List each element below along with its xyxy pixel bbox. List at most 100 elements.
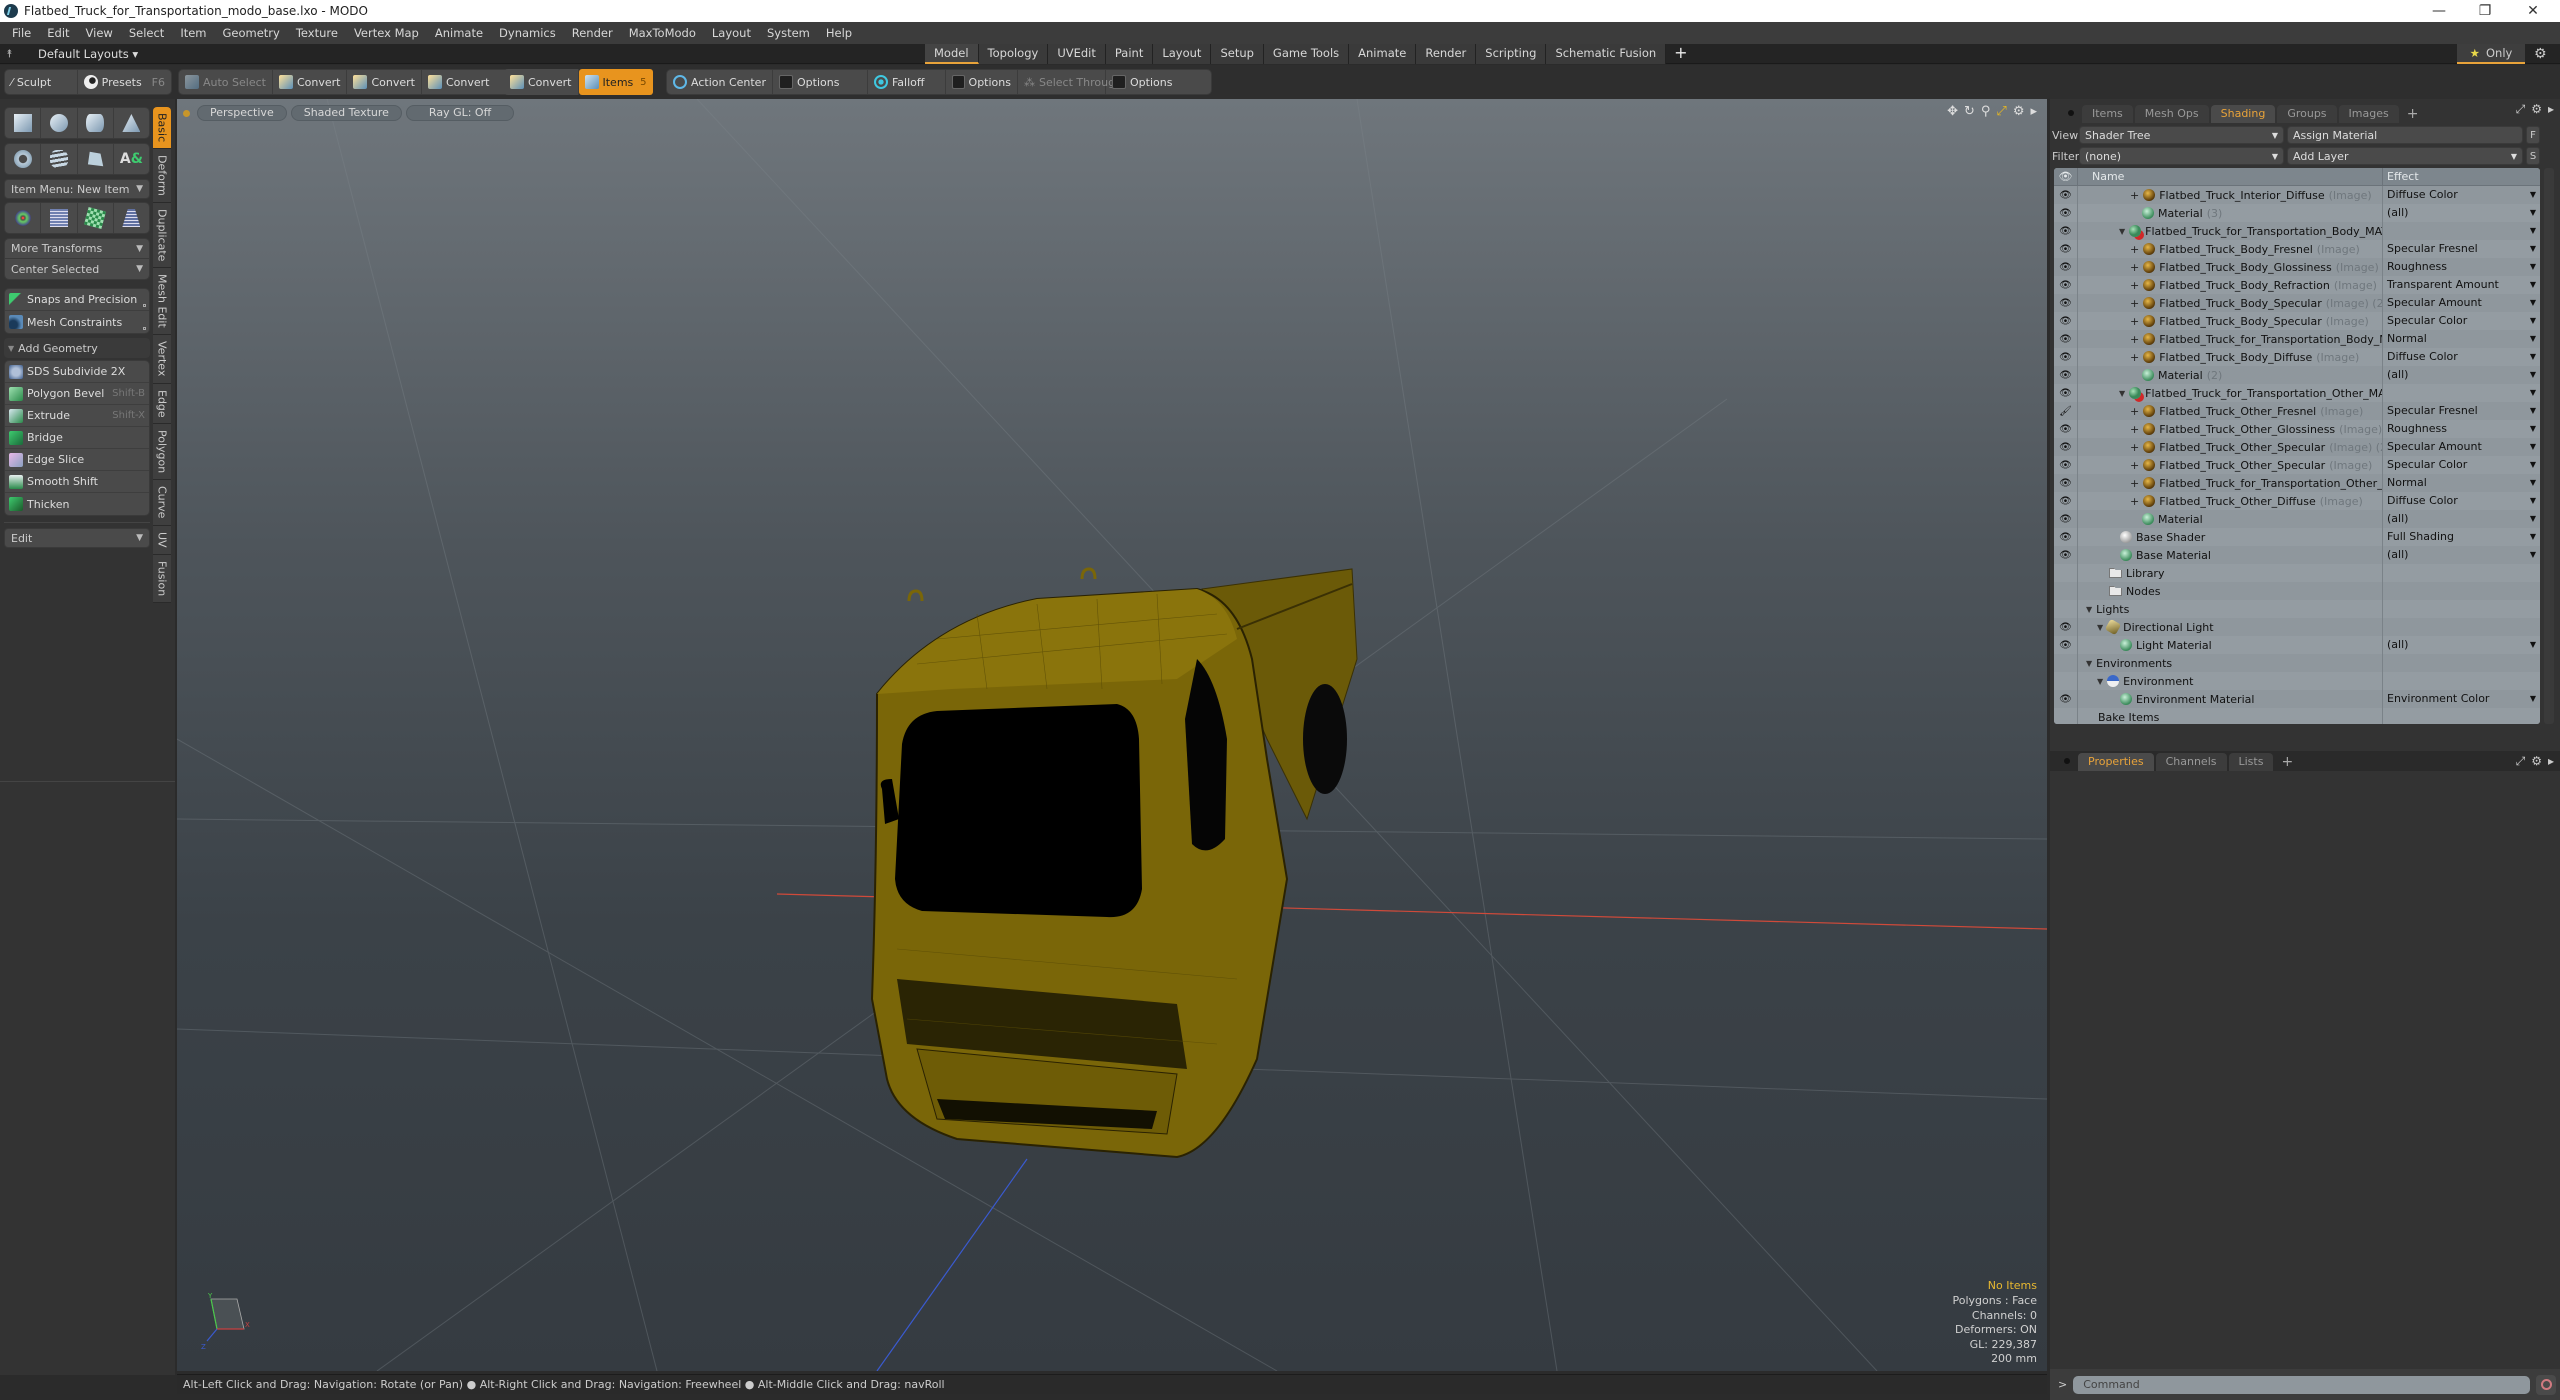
extrude-tool-button[interactable]: Extrude Shift-X (5, 405, 149, 427)
visibility-toggle[interactable]: 👁 (2054, 366, 2078, 384)
s-button[interactable]: S (2526, 147, 2540, 165)
collapse-triangle-icon[interactable]: ▼ (2086, 659, 2092, 668)
name-column-header[interactable]: Name (2078, 168, 2383, 186)
menu-render[interactable]: Render (564, 26, 621, 40)
vtab-duplicate[interactable]: Duplicate (153, 203, 171, 269)
visibility-toggle[interactable]: 🖌 (2054, 402, 2078, 420)
effect-dropdown[interactable]: Specular Fresnel ▼ (2383, 402, 2540, 420)
panel-menu-dot-icon[interactable] (2064, 758, 2070, 764)
tab-schematic-fusion[interactable]: Schematic Fusion (1546, 44, 1667, 64)
sculpt-button[interactable]: ⁄ Sculpt (5, 70, 78, 94)
eye-icon[interactable]: 👁 (2059, 334, 2072, 345)
maximize-viewport-icon[interactable]: ⤢ (1996, 104, 2006, 119)
eye-icon[interactable]: 👁 (2059, 514, 2072, 525)
shader-tree-row[interactable]: 👁 + Flatbed_Truck_Other_Specular (Image) Spe… (2054, 456, 2540, 474)
shader-tree-row[interactable]: 👁 Light Material (all) ▼ (2054, 636, 2540, 654)
eye-icon[interactable]: 👁 (2059, 226, 2072, 237)
effect-dropdown[interactable]: (all) ▼ (2383, 636, 2540, 654)
smooth-shift-tool-button[interactable]: Smooth Shift (5, 471, 149, 493)
convert-vertices-button[interactable]: Convert (273, 70, 348, 94)
viewport-gear-icon[interactable]: ⚙ (2013, 104, 2025, 119)
eye-icon[interactable]: 👁 (2059, 298, 2072, 309)
menu-vertex-map[interactable]: Vertex Map (346, 26, 427, 40)
eye-icon[interactable]: 👁 (2059, 442, 2072, 453)
visibility-toggle[interactable] (2054, 600, 2078, 618)
assign-material-button[interactable]: Assign Material (2287, 126, 2523, 144)
shader-tree-row[interactable]: 👁 + Flatbed_Truck_Body_Refraction (Image) Tr… (2054, 276, 2540, 294)
falloff-options-button[interactable]: Options (946, 70, 1018, 94)
menu-select[interactable]: Select (121, 26, 172, 40)
visibility-toggle[interactable] (2054, 672, 2078, 690)
expand-plus-icon[interactable]: + (2130, 279, 2139, 292)
eye-icon[interactable]: 👁 (2059, 244, 2072, 255)
command-input[interactable]: Command (2073, 1375, 2530, 1394)
panel-tab-items[interactable]: Items (2082, 105, 2133, 123)
add-geometry-header[interactable]: ▼ Add Geometry (4, 338, 150, 358)
effect-dropdown[interactable]: (all) ▼ (2383, 546, 2540, 564)
effect-dropdown[interactable]: (all) ▼ (2383, 510, 2540, 528)
eye-icon[interactable]: 👁 (2059, 478, 2072, 489)
torus-tool[interactable] (5, 144, 42, 174)
effect-dropdown[interactable]: Specular Fresnel ▼ (2383, 240, 2540, 258)
presets-button[interactable]: Presets F6 (78, 70, 171, 94)
tab-game-tools[interactable]: Game Tools (1263, 44, 1350, 64)
auto-select-button[interactable]: Auto Select (179, 70, 273, 94)
record-macro-button[interactable] (2536, 1374, 2556, 1395)
eye-icon[interactable]: 👁 (2059, 460, 2072, 471)
item-menu-dropdown[interactable]: Item Menu: New Item ▼ (4, 179, 150, 199)
viewport-expand-arrow-icon[interactable]: ▸ (2030, 104, 2037, 119)
effect-dropdown[interactable]: Normal ▼ (2383, 330, 2540, 348)
visibility-toggle[interactable]: 👁 (2054, 222, 2078, 240)
expand-plus-icon[interactable]: + (2130, 423, 2139, 436)
visibility-toggle[interactable]: 👁 (2054, 420, 2078, 438)
shader-tree-row[interactable]: 👁 ▼ Directional Light (2054, 618, 2540, 636)
shader-tree-row[interactable]: 👁 + Flatbed_Truck_Body_Specular (Image) (2)… (2054, 294, 2540, 312)
select-through-options-button[interactable]: Options (1106, 70, 1178, 94)
bridge-tool-button[interactable]: Bridge (5, 427, 149, 449)
eye-icon[interactable]: 👁 (2059, 622, 2072, 633)
visibility-column-eye-icon[interactable]: 👁 (2054, 168, 2078, 186)
panel-arrow-icon[interactable]: ▸ (2548, 102, 2554, 117)
effect-dropdown[interactable]: Environment Color ▼ (2383, 690, 2540, 708)
uv-checker-tool[interactable] (78, 203, 114, 233)
eye-icon[interactable]: 👁 (2059, 532, 2072, 543)
default-layouts-dropdown[interactable]: Default Layouts ▾ (38, 47, 138, 61)
tree-scrollbar[interactable] (2544, 168, 2554, 724)
viewport-menu-dot-icon[interactable] (183, 109, 190, 117)
convert-edges-button[interactable]: Convert (347, 70, 422, 94)
eye-icon[interactable]: 👁 (2059, 640, 2072, 651)
minimize-button[interactable]: — (2416, 0, 2462, 22)
expand-plus-icon[interactable]: + (2130, 315, 2139, 328)
shader-tree-row[interactable]: 👁 + Flatbed_Truck_Body_Fresnel (Image) Specu… (2054, 240, 2540, 258)
panel-tab-mesh-ops[interactable]: Mesh Ops (2134, 105, 2209, 123)
vtab-mesh-edit[interactable]: Mesh Edit (153, 268, 171, 336)
action-center-options-button[interactable]: Options (773, 70, 868, 94)
visibility-toggle[interactable]: 👁 (2054, 618, 2078, 636)
gear-icon[interactable]: ⚙ (2534, 46, 2547, 62)
eye-icon[interactable]: 👁 (2059, 280, 2072, 291)
effect-dropdown[interactable]: ▼ (2383, 222, 2540, 240)
edge-slice-tool-button[interactable]: Edge Slice (5, 449, 149, 471)
add-panel-tab-button[interactable]: + (2401, 105, 2425, 123)
shader-tree-row[interactable]: 👁 Base Shader Full Shading ▼ (2054, 528, 2540, 546)
eye-icon[interactable]: 👁 (2059, 352, 2072, 363)
vtab-curve[interactable]: Curve (153, 480, 171, 526)
effect-dropdown[interactable]: Diffuse Color ▼ (2383, 492, 2540, 510)
visibility-toggle[interactable]: 👁 (2054, 258, 2078, 276)
visibility-toggle[interactable]: 👁 (2054, 474, 2078, 492)
expand-plus-icon[interactable]: + (2130, 459, 2139, 472)
expand-plus-icon[interactable]: + (2130, 441, 2139, 454)
more-transforms-dropdown[interactable]: More Transforms ▼ (5, 239, 149, 259)
add-tab-button[interactable]: + (1666, 44, 1695, 64)
expand-plus-icon[interactable]: + (2130, 189, 2139, 202)
menu-view[interactable]: View (78, 26, 121, 40)
visibility-toggle[interactable] (2054, 654, 2078, 672)
shader-tree-row[interactable]: ▼ Environments (2054, 654, 2540, 672)
eye-icon[interactable]: 👁 (2059, 370, 2072, 381)
panel-gear-icon[interactable]: ⚙ (2531, 754, 2542, 769)
effect-dropdown[interactable]: (all) ▼ (2383, 366, 2540, 384)
raygl-button[interactable]: Ray GL: Off (405, 105, 515, 121)
menu-animate[interactable]: Animate (427, 26, 491, 40)
tab-topology[interactable]: Topology (978, 44, 1049, 64)
convert-polygons-button[interactable]: Convert (422, 70, 496, 94)
